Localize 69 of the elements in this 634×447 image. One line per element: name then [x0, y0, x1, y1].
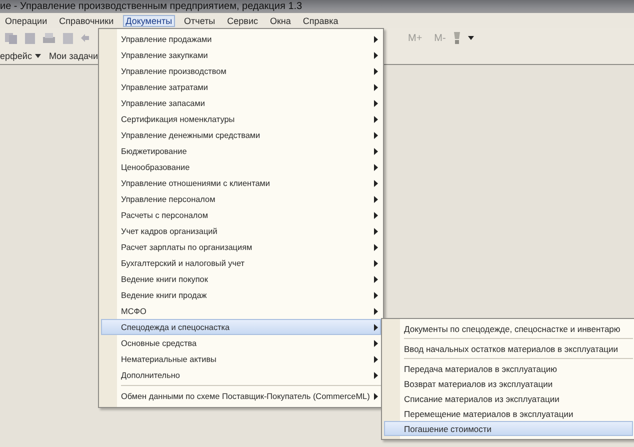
menu-item[interactable]: Ведение книги продаж	[101, 287, 381, 303]
menu-item[interactable]: Основные средства	[101, 335, 381, 351]
submenu-arrow-icon	[374, 180, 378, 186]
panel-tab[interactable]: Мои задачи	[48, 51, 98, 61]
menu-item[interactable]: МСФО	[101, 303, 381, 319]
submenu-arrow-icon	[374, 228, 378, 234]
menu-item[interactable]: Управление производством	[101, 63, 381, 79]
submenu-arrow-icon	[374, 308, 378, 314]
submenu-arrow-icon	[374, 84, 378, 90]
submenu-arrow-icon	[374, 356, 378, 362]
menu-item[interactable]: Ввод начальных остатков материалов в эксплуатации	[384, 341, 633, 356]
menu-item[interactable]: Списание материалов из эксплуатации	[384, 391, 633, 406]
submenu-arrow-icon	[374, 324, 378, 330]
submenu-arrow-icon	[374, 392, 378, 400]
menu-item[interactable]: Возврат материалов из эксплуатации	[384, 376, 633, 391]
menu-item[interactable]: Управление денежными средствами	[101, 127, 381, 143]
submenu-arrow-icon	[374, 148, 378, 154]
menu-bar-item[interactable]: Операции	[2, 14, 50, 26]
printer-icon[interactable]	[42, 32, 56, 44]
menu-item[interactable]: Ценообразование	[101, 159, 381, 175]
menu-bar-item[interactable]: Сервис	[224, 14, 261, 26]
submenu-arrow-icon	[374, 132, 378, 138]
menu-item[interactable]: Расчеты с персоналом	[101, 207, 381, 223]
menu-item[interactable]: Ведение книги покупок	[101, 271, 381, 287]
menu-bar-item[interactable]: Справочники	[56, 14, 117, 26]
menu-item[interactable]: Перемещение материалов в эксплуатации	[384, 406, 633, 421]
menu-bar-item[interactable]: Окна	[266, 14, 294, 26]
menu-item[interactable]: Спецодежда и спецоснастка	[101, 319, 381, 335]
submenu-arrow-icon	[374, 372, 378, 378]
menu-bar-item[interactable]: Отчеты	[181, 14, 218, 26]
caret-icon[interactable]	[468, 36, 474, 40]
menu-item[interactable]: Нематериальные активы	[101, 351, 381, 367]
menu-item[interactable]: Управление персоналом	[101, 191, 381, 207]
copy-icon[interactable]	[4, 32, 18, 44]
menu-item[interactable]: Передача материалов в эксплуатацию	[384, 361, 633, 376]
submenu-arrow-icon	[374, 36, 378, 42]
menu-item[interactable]: Бюджетирование	[101, 143, 381, 159]
menu-bar-item[interactable]: Справка	[300, 14, 342, 26]
submenu-arrow-icon	[374, 164, 378, 170]
panel-tab[interactable]: ерфейс	[0, 51, 41, 61]
submenu-arrow-icon	[374, 244, 378, 250]
menu-item[interactable]: Управление запасами	[101, 95, 381, 111]
submenu-arrow-icon	[374, 196, 378, 202]
submenu-arrow-icon	[374, 68, 378, 74]
window-title: ие - Управление производственным предприятием, редакция 1.3	[0, 0, 634, 13]
menu-item[interactable]: Бухгалтерский и налоговый учет	[101, 255, 381, 271]
caret-icon	[34, 54, 41, 58]
menu-item[interactable]: Обмен данными по схеме Поставщик-Покупатель (CommerceML)	[101, 388, 381, 404]
back-arrow-icon[interactable]	[80, 33, 90, 43]
menu-bar-item[interactable]: Документы	[122, 14, 176, 26]
menu-item[interactable]: Погашение стоимости	[384, 421, 633, 436]
submenu-arrow-icon	[374, 292, 378, 298]
submenu-arrow-icon	[374, 260, 378, 266]
document-icon[interactable]	[24, 32, 36, 44]
menu-item[interactable]: Сертификация номенклатуры	[101, 111, 381, 127]
submenu-arrow-icon	[374, 52, 378, 58]
submenu-arrow-icon	[374, 100, 378, 106]
menu-item[interactable]: Расчет зарплаты по организациям	[101, 239, 381, 255]
menu-item[interactable]: Управление продажами	[101, 31, 381, 47]
menu-item[interactable]: Дополнительно	[101, 367, 381, 383]
submenu-arrow-icon	[374, 340, 378, 346]
submenu-arrow-icon	[374, 212, 378, 218]
menu-item[interactable]: Управление закупками	[101, 47, 381, 63]
menu-item[interactable]: Управление отношениями с клиентами	[101, 175, 381, 191]
submenu-arrow-icon	[374, 116, 378, 122]
submenu-arrow-icon	[374, 276, 378, 282]
menu-item[interactable]: Учет кадров организаций	[101, 223, 381, 239]
menu-item[interactable]: Управление затратами	[101, 79, 381, 95]
menu-item[interactable]: Документы по спецодежде, спецоснастке и инвентарю	[384, 321, 633, 336]
